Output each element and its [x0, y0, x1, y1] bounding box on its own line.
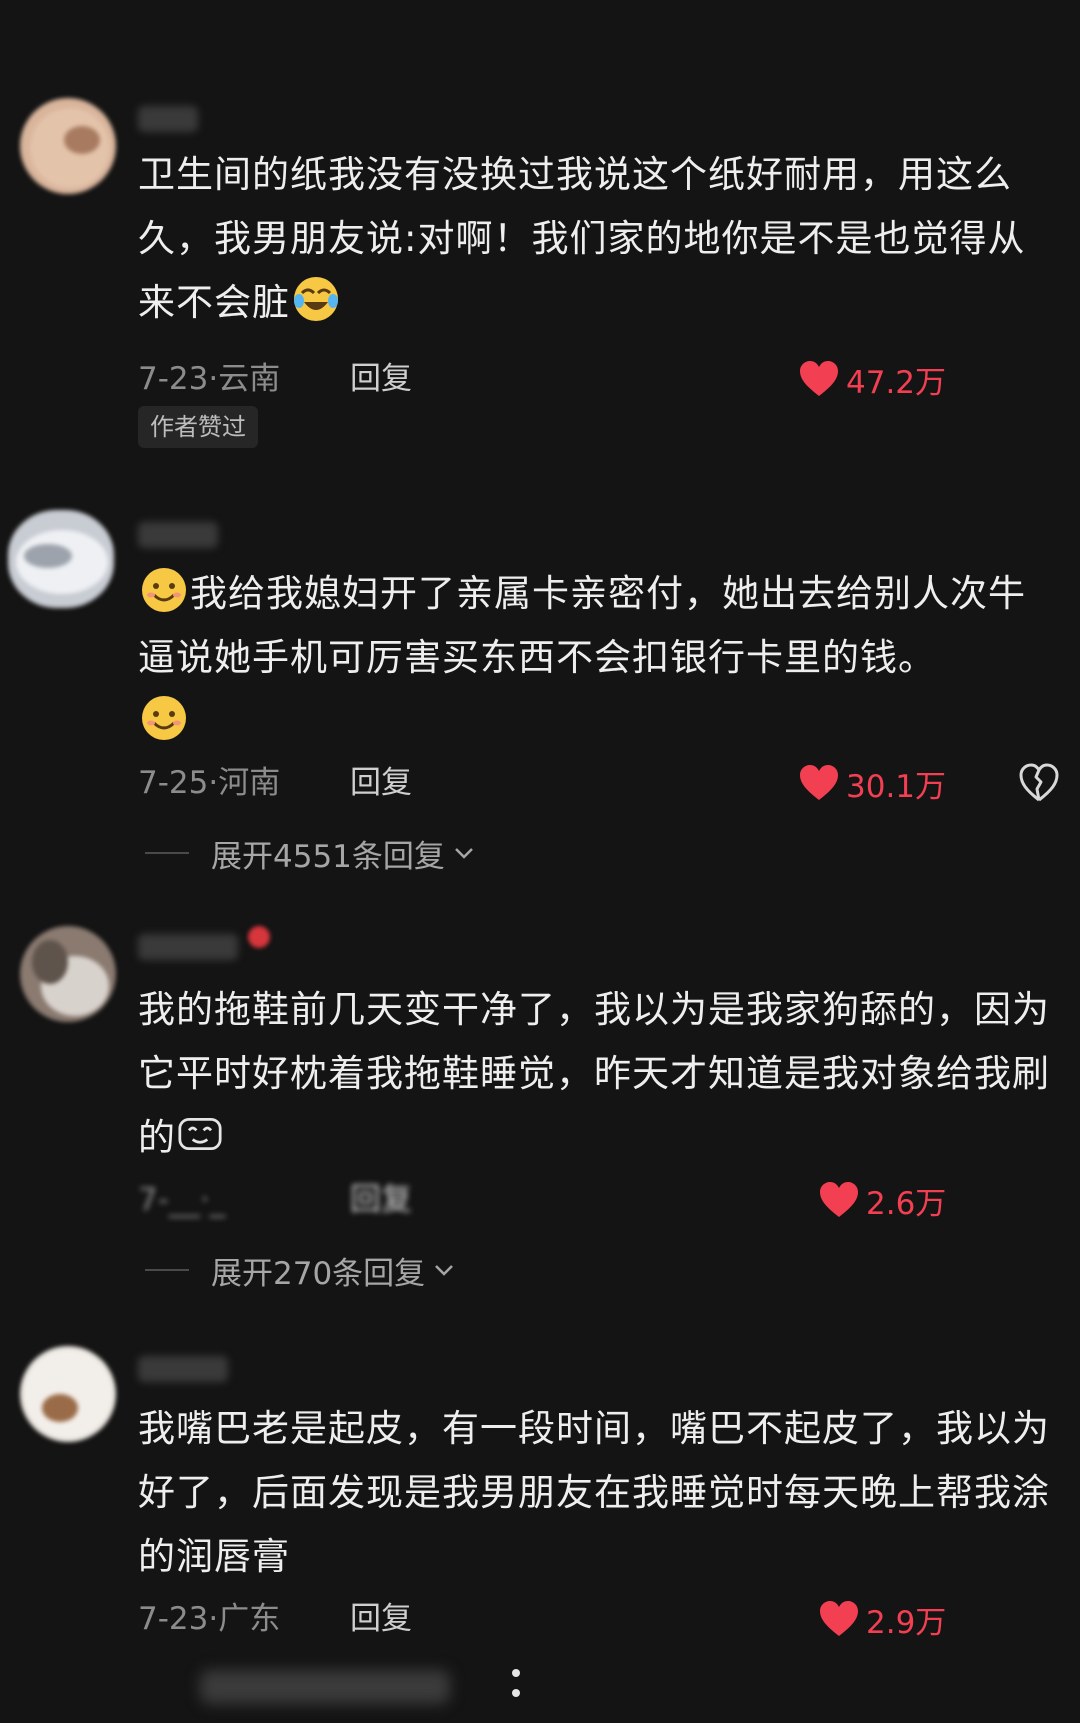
expand-replies-label: 展开270条回复: [211, 1255, 426, 1292]
date-location: 7-23·广东: [138, 1601, 281, 1637]
reply-button[interactable]: 回复: [350, 1178, 412, 1222]
chevron-down-icon: [435, 1265, 454, 1276]
blurred-text: [200, 1670, 450, 1704]
reply-button[interactable]: 回复: [350, 357, 412, 401]
username[interactable]: [138, 106, 198, 132]
reply-button[interactable]: 回复: [350, 1597, 412, 1641]
like-button[interactable]: 2.6万: [818, 1178, 946, 1222]
avatar[interactable]: [20, 926, 116, 1022]
username[interactable]: [138, 934, 238, 960]
like-button[interactable]: 30.1万: [798, 761, 946, 805]
smiling-face-emoji: [142, 568, 186, 612]
heart-icon: [800, 765, 838, 800]
comment-text-body: 我给我媳妇开了亲属卡亲密付，她出去给别人次牛逼说她手机可厉害买东西不会扣银行卡里…: [138, 572, 1026, 679]
heart-icon: [820, 1182, 858, 1217]
date-location: 7-__·_: [138, 1182, 226, 1218]
badge-dot: [248, 926, 270, 948]
comment-text-body: 我的拖鞋前几天变干净了，我以为是我家狗舔的，因为它平时好枕着我拖鞋睡觉，昨天才知…: [138, 988, 1050, 1159]
comment-text-body: 卫生间的纸我没有没换过我说这个纸好耐用，用这么久，我男朋友说:对啊！我们家的地你…: [138, 153, 1026, 324]
like-count: 2.9万: [866, 1604, 947, 1641]
date-location: 7-23·云南: [138, 361, 281, 397]
like-button[interactable]: 47.2万: [798, 357, 946, 401]
divider: [145, 852, 189, 854]
username[interactable]: [138, 522, 218, 548]
more-icon[interactable]: [510, 1663, 522, 1707]
comment-meta: 7-23·云南 回复: [138, 357, 412, 401]
like-count: 47.2万: [846, 364, 947, 401]
expand-replies[interactable]: 展开270条回复: [145, 1248, 455, 1292]
comment-meta: 7-23·广东 回复: [138, 1597, 412, 1641]
expand-replies[interactable]: 展开4551条回复: [145, 831, 475, 875]
like-count: 2.6万: [866, 1185, 947, 1222]
author-liked-badge: 作者赞过: [138, 406, 258, 448]
reply-button[interactable]: 回复: [350, 761, 412, 805]
comment-text: 我的拖鞋前几天变干净了，我以为是我家狗舔的，因为它平时好枕着我拖鞋睡觉，昨天才知…: [138, 978, 1058, 1170]
expand-replies-label: 展开4551条回复: [211, 838, 445, 875]
date-location: 7-25·河南: [138, 765, 281, 801]
comment-text-body: 我嘴巴老是起皮，有一段时间，嘴巴不起皮了，我以为好了，后面发现是我男朋友在我睡觉…: [138, 1407, 1050, 1578]
comment-meta: 7-__·_ 回复: [138, 1178, 412, 1222]
avatar[interactable]: [8, 510, 114, 608]
smiling-face-emoji: [142, 696, 186, 740]
comment-text: 卫生间的纸我没有没换过我说这个纸好耐用，用这么久，我男朋友说:对啊！我们家的地你…: [138, 143, 1058, 335]
broken-heart-icon[interactable]: [1018, 762, 1060, 804]
chevron-down-icon: [455, 848, 473, 859]
heart-icon: [800, 361, 838, 396]
avatar[interactable]: [20, 98, 116, 194]
expression-emoji: [178, 1117, 222, 1151]
heart-icon: [820, 1601, 858, 1636]
divider: [145, 1269, 189, 1271]
comment-text: 我嘴巴老是起皮，有一段时间，嘴巴不起皮了，我以为好了，后面发现是我男朋友在我睡觉…: [138, 1397, 1058, 1589]
comment-text: 我给我媳妇开了亲属卡亲密付，她出去给别人次牛逼说她手机可厉害买东西不会扣银行卡里…: [138, 562, 1058, 754]
like-count: 30.1万: [846, 768, 947, 805]
like-button[interactable]: 2.9万: [818, 1597, 946, 1641]
crying-laughing-emoji: [294, 277, 338, 321]
comment-meta: 7-25·河南 回复: [138, 761, 412, 805]
avatar[interactable]: [20, 1346, 116, 1442]
username[interactable]: [138, 1356, 228, 1382]
